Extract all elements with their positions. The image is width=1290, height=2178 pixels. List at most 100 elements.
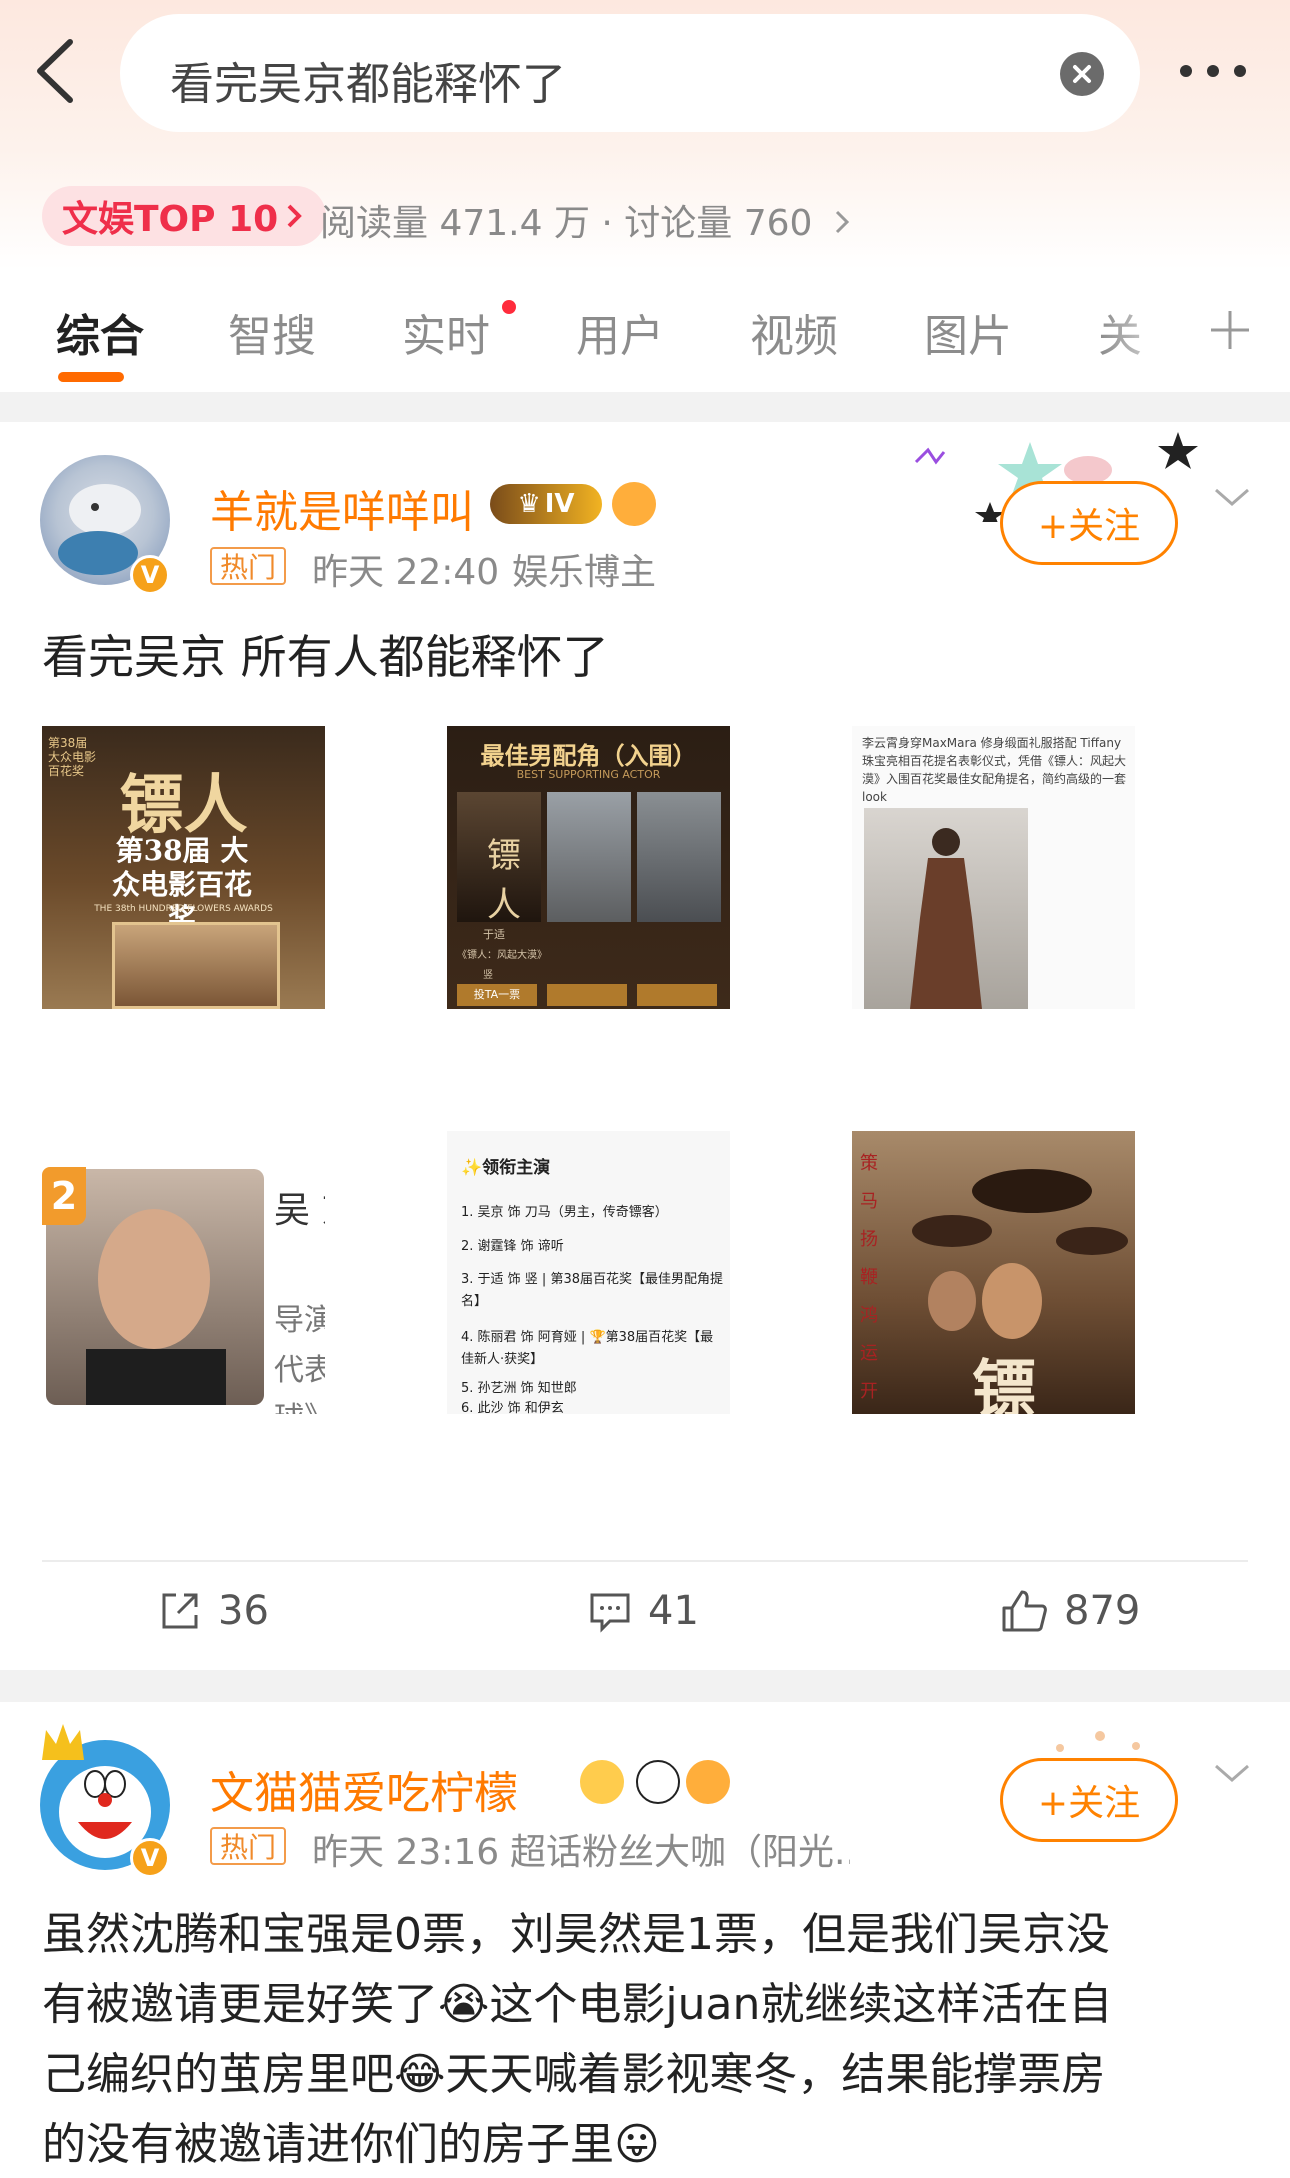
rank-label: 文娱TOP 10 (62, 199, 279, 240)
brown-dress-figure (910, 828, 982, 1009)
actor-line-1: 导演 / 演 (274, 1303, 325, 1338)
post-text: 虽然沈腾和宝强是0票，刘昊然是1票，但是我们吴京没 有被邀请更是好笑了😭这个电影… (42, 1900, 1112, 2178)
topic-stats-label: 阅读量 471.4 万 · 讨论量 760 (320, 203, 813, 244)
panda-icon (636, 1760, 680, 1804)
award-category-subtitle: BEST SUPPORTING ACTOR (516, 768, 661, 781)
nominee-role: 竖 (483, 970, 493, 981)
post-text-line: 有被邀请更是好笑了😭这个电影juan就继续这样活在自 (42, 1979, 1113, 2030)
level-crown-badge: ♛ IV (490, 484, 602, 524)
fan-badge-icon (612, 482, 656, 526)
crown-icon: ♛ (517, 489, 541, 519)
username[interactable]: 羊就是咩咩叫 (210, 476, 474, 540)
add-tab-icon[interactable] (1205, 305, 1255, 355)
verified-badge-icon: V (130, 555, 170, 595)
chevron-down-icon[interactable] (1212, 1758, 1252, 1788)
share-icon (162, 1593, 198, 1629)
post-text-line: 虽然沈腾和宝强是0票，刘昊然是1票，但是我们吴京没 (42, 1909, 1110, 1960)
username[interactable]: 文猫猫爱吃柠檬 (210, 1757, 518, 1821)
follow-button[interactable]: +关注 (1000, 1758, 1178, 1842)
tab-videos[interactable]: 视频 (750, 300, 838, 364)
actor-name: 吴 京 (274, 1190, 325, 1231)
new-content-dot (502, 300, 516, 314)
topic-rank-badge[interactable]: 文娱TOP 10 (42, 186, 327, 246)
share-count: 36 (218, 1588, 269, 1634)
vote-button-blank (547, 984, 627, 1006)
cast-item-6: 6. 此沙 饰 和伊玄 (461, 1401, 564, 1414)
grid-image-5[interactable]: ✨领衔主演 1. 吴京 饰 刀马（男主，传奇镖客） 2. 谢霆锋 饰 谛听 3.… (447, 1131, 730, 1414)
post-time: 昨天 22:40 (312, 552, 500, 593)
poster-vertical-text: 策马扬鞭 鸿运开年 (860, 1153, 878, 1402)
grid-image-1[interactable]: 第38届 大众电影 百花奖 镖人 第38届 大众电影百花奖 THE 38th H… (42, 726, 325, 1009)
more-options-icon[interactable] (1178, 56, 1248, 86)
search-query-text: 看完吴京都能释怀了 (170, 59, 566, 110)
like-count: 879 (1064, 1588, 1141, 1634)
poster-title: 镖 (972, 1353, 1036, 1414)
poster-title: 镖人 (487, 836, 521, 925)
comment-icon (590, 1593, 630, 1633)
award-category-title: 最佳男配角（入围） (480, 742, 697, 770)
grid-image-6[interactable]: 策马扬鞭 鸿运开年 镖 (852, 1131, 1135, 1414)
actress-photo (864, 808, 1028, 1009)
share-button[interactable]: 36 (158, 1588, 269, 1634)
user-role: 超话粉丝大咖（阳光... (510, 1832, 850, 1873)
chevron-right-icon (835, 210, 850, 234)
image-title: 镖人 (119, 768, 248, 843)
vote-button: 投TA一票 (457, 984, 537, 1006)
like-button[interactable]: 879 (1000, 1588, 1140, 1634)
tab-users[interactable]: 用户 (576, 300, 664, 364)
cast-item-2: 2. 谢霆锋 饰 谛听 (461, 1239, 564, 1254)
user-role: 娱乐博主 (512, 552, 657, 593)
nominee-work: 《镖人：风起大漠》 (457, 950, 547, 961)
tab-realtime[interactable]: 实时 (402, 300, 490, 364)
vote-button-blank (637, 984, 717, 1006)
cast-item-1: 1. 吴京 饰 刀马（男主，传奇镖客） (461, 1205, 668, 1220)
post-time: 昨天 23:16 (312, 1832, 500, 1873)
panda-icon (582, 1756, 622, 1796)
fan-badge-icon (686, 1760, 730, 1804)
nominee-photo-blurred (637, 792, 721, 922)
section-gap (0, 392, 1290, 422)
back-arrow-icon[interactable] (30, 36, 80, 106)
section-gap (0, 1670, 1290, 1702)
level-label: IV (544, 489, 575, 519)
cast-heading: ✨领衔主演 (461, 1158, 551, 1178)
post-text: 看完吴京 所有人都能释怀了 (42, 630, 609, 684)
verified-badge-icon: V (130, 1838, 170, 1878)
comment-count: 41 (648, 1588, 699, 1634)
thumbs-up-icon (1002, 1590, 1047, 1632)
image-caption: THE 38th HUNDRED FLOWERS AWARDS (94, 904, 273, 914)
grid-image-3[interactable]: 李云霄身穿MaxMara 修身缎面礼服搭配 Tiffany 珠宝亮相百花提名表彰… (852, 726, 1135, 1009)
image-subtitle: 第38届 大众电影百花奖 (111, 834, 252, 935)
post-text-line: 己编织的茧房里吧😂天天喊着影视寒冬，结果能撑票房 (42, 2049, 1106, 2100)
nominee-photo-blurred (547, 792, 631, 922)
grid-image-2[interactable]: 最佳男配角（入围） BEST SUPPORTING ACTOR 镖人 于适 《镖… (447, 726, 730, 1009)
comment-button[interactable]: 41 (588, 1588, 699, 1634)
image-caption: 李云霄身穿MaxMara 修身缎面礼服搭配 Tiffany 珠宝亮相百花提名表彰… (862, 736, 1127, 804)
follow-button[interactable]: +关注 (1000, 481, 1178, 565)
post-text-line: 的没有被邀请进你们的房子里😛 (42, 2119, 660, 2170)
actor-line-2: 代表作： (274, 1353, 325, 1388)
hot-tag: 热门 (210, 547, 287, 585)
active-tab-indicator (58, 372, 124, 382)
tab-images[interactable]: 图片 (924, 300, 1012, 364)
hot-tag: 热门 (210, 1827, 287, 1865)
nominee-poster: 镖人 (457, 792, 541, 925)
rank-number-badge: 2 (42, 1167, 86, 1225)
divider (42, 1560, 1248, 1562)
topic-stats[interactable]: 阅读量 471.4 万 · 讨论量 760 (320, 194, 852, 246)
clear-search-icon[interactable] (1060, 52, 1104, 96)
tab-bar: 综合 智搜 实时 用户 视频 图片 关 (0, 290, 1290, 390)
tab-general[interactable]: 综合 (56, 300, 144, 364)
decorative-sparkles-icon (1056, 1731, 1140, 1752)
crown-icon (42, 1724, 84, 1760)
chevron-right-icon (287, 204, 303, 228)
tab-smart-search[interactable]: 智搜 (228, 300, 316, 364)
cast-item-4: 4. 陈丽君 饰 阿育娅 | 🏆第38届百花奖【最佳新人·获奖】 (461, 1330, 714, 1367)
nominee-name: 于适 (483, 928, 505, 941)
chevron-down-icon[interactable] (1212, 482, 1252, 512)
actor-line-3: 球》 (274, 1393, 325, 1414)
search-input[interactable]: 看完吴京都能释怀了 (120, 14, 1140, 132)
cast-item-5: 5. 孙艺洲 饰 知世郎 (461, 1381, 577, 1396)
grid-image-4[interactable]: 2 吴 京 导演 / 演 代表作： 球》 (42, 1131, 325, 1414)
tab-fade (1100, 290, 1190, 380)
